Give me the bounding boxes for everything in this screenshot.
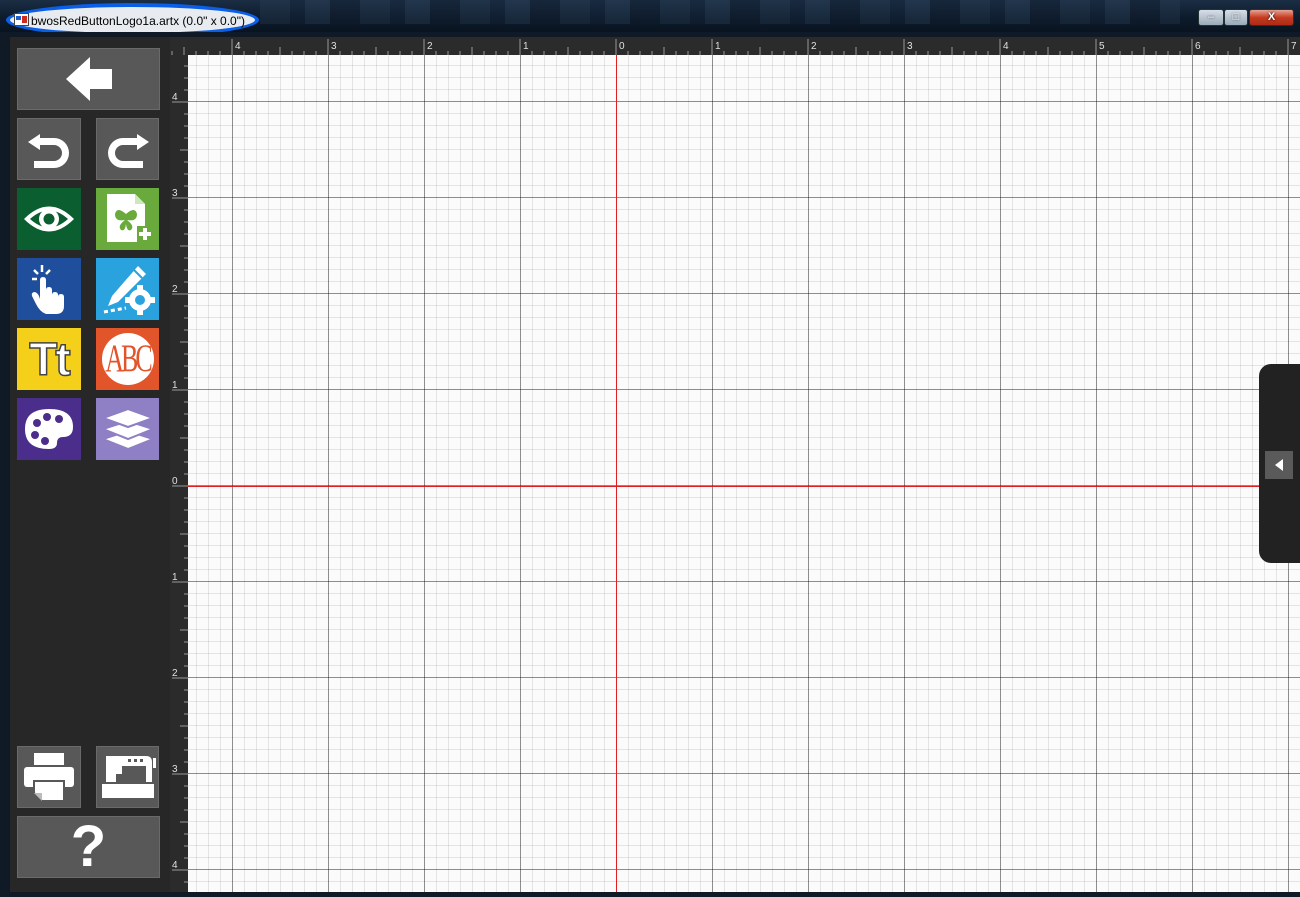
ruler-label: 6 <box>1195 41 1201 52</box>
ruler-label: 4 <box>172 860 178 871</box>
ruler-label: 5 <box>1099 41 1105 52</box>
ruler-horizontal: 4 3 2 1 0 1 2 3 4 5 6 7 <box>170 37 1300 55</box>
arrow-left-icon <box>65 57 112 101</box>
ruler-label: 2 <box>427 41 433 52</box>
vertical-axis-line <box>616 55 617 892</box>
butterfly-page-add-icon <box>106 194 153 242</box>
ruler-vertical-ticks: 4 3 2 1 0 1 2 3 4 <box>172 65 188 883</box>
minimize-button[interactable]: – <box>1198 9 1224 26</box>
title-bar-background <box>260 0 1180 24</box>
undo-icon <box>28 134 69 168</box>
colors-button[interactable] <box>17 398 81 460</box>
ruler-label: 2 <box>172 284 178 295</box>
pencil-gear-icon <box>103 266 155 315</box>
ruler-label: 2 <box>811 41 817 52</box>
ruler-label: 1 <box>172 380 178 391</box>
close-button[interactable]: X <box>1249 9 1294 26</box>
monogram-label: ABC <box>105 336 153 381</box>
ruler-label: 1 <box>715 41 721 52</box>
redo-button[interactable] <box>96 118 159 180</box>
back-button[interactable] <box>17 48 160 110</box>
ruler-label: 3 <box>331 41 337 52</box>
select-button[interactable] <box>17 258 81 320</box>
printer-icon <box>24 753 74 802</box>
ruler-label: 0 <box>172 476 178 487</box>
ruler-label: 7 <box>1291 41 1297 52</box>
hand-pointer-icon <box>31 265 64 314</box>
title-bar: bwosRedButtonLogo1a.artx (0.0" x 0.0") –… <box>0 0 1300 37</box>
view-button[interactable] <box>17 188 81 250</box>
monogram-button[interactable]: ABC <box>96 328 159 390</box>
ruler-vertical: 4 3 2 1 0 1 2 3 4 <box>170 55 188 892</box>
ruler-label: 2 <box>172 668 178 679</box>
new-design-button[interactable] <box>96 188 159 250</box>
edit-tools-button[interactable] <box>96 258 159 320</box>
horizontal-axis-line <box>188 486 1300 487</box>
layers-button[interactable] <box>96 398 159 460</box>
ruler-label: 3 <box>172 188 178 199</box>
ruler-horizontal-ticks: 4 3 2 1 0 1 2 3 4 5 6 7 <box>171 39 1297 55</box>
ruler-label: 1 <box>523 41 529 52</box>
text-button[interactable]: Tt <box>17 328 81 390</box>
text-tt-icon: Tt <box>29 333 72 385</box>
design-canvas[interactable] <box>188 55 1300 892</box>
layers-icon <box>100 407 155 451</box>
ruler-label: 1 <box>172 572 178 583</box>
print-button[interactable] <box>17 746 81 808</box>
triangle-left-icon <box>1275 459 1283 471</box>
undo-button[interactable] <box>17 118 81 180</box>
side-panel-toggle-button[interactable] <box>1265 451 1293 479</box>
maximize-button[interactable]: □ <box>1224 9 1248 26</box>
ruler-label: 3 <box>907 41 913 52</box>
ruler-label: 4 <box>1003 41 1009 52</box>
ruler-label: 4 <box>172 92 178 103</box>
app-icon <box>14 13 29 26</box>
palette-icon <box>25 409 73 449</box>
window-title: bwosRedButtonLogo1a.artx (0.0" x 0.0") <box>31 14 245 28</box>
ruler-label: 4 <box>235 41 241 52</box>
redo-icon <box>107 134 149 168</box>
embroider-button[interactable] <box>96 746 159 808</box>
ruler-label: 3 <box>172 764 178 775</box>
monogram-abc-icon: ABC <box>101 333 154 385</box>
sewing-machine-icon <box>101 756 156 798</box>
question-icon: ? <box>70 814 107 879</box>
eye-icon <box>24 206 74 232</box>
help-button[interactable]: ? <box>17 816 160 878</box>
ruler-label: 0 <box>619 41 625 52</box>
